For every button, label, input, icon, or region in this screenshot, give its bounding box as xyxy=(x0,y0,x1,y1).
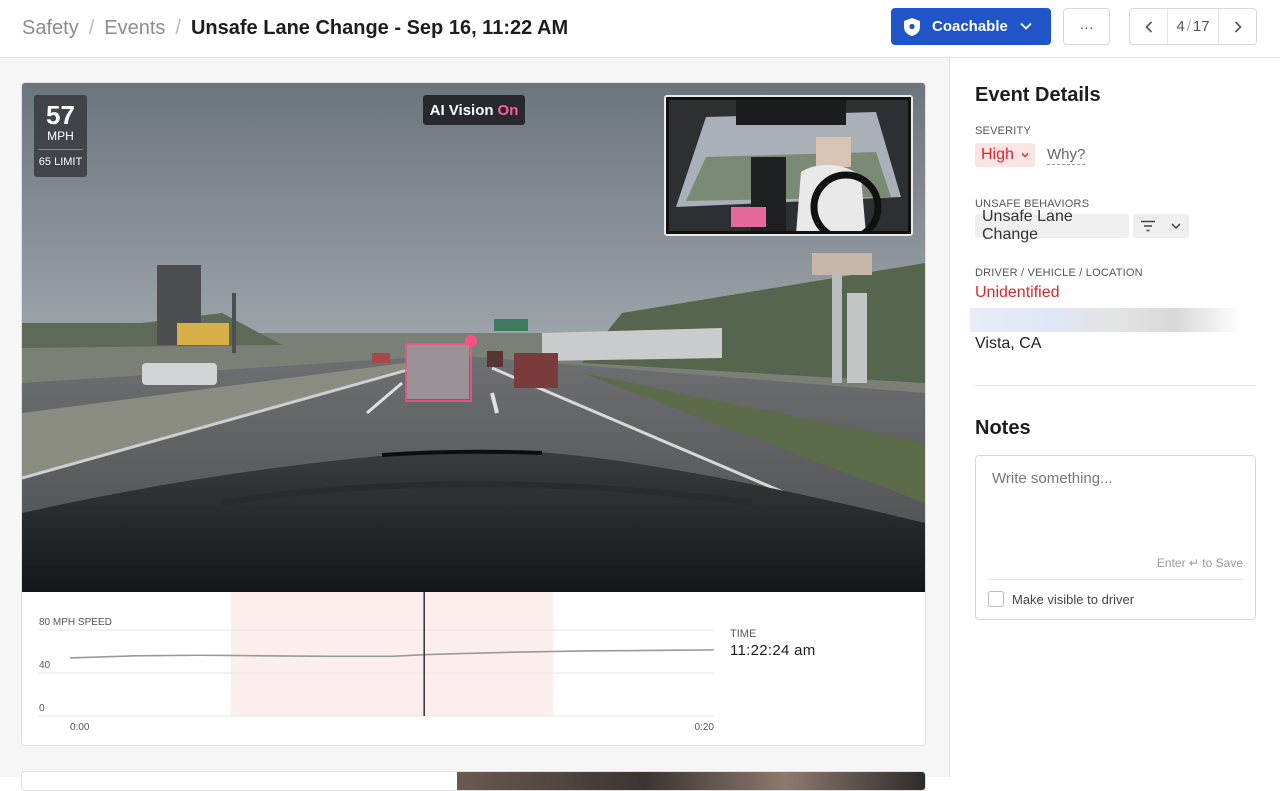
coachable-label: Coachable xyxy=(932,18,1008,35)
visible-to-driver-checkbox[interactable] xyxy=(988,591,1004,607)
y-tick-label: 40 xyxy=(39,660,51,671)
more-options-button[interactable]: ··· xyxy=(1063,8,1110,45)
event-details-title: Event Details xyxy=(975,84,1101,106)
page-title: Unsafe Lane Change - Sep 16, 11:22 AM xyxy=(190,16,569,39)
driver-unidentified-link[interactable]: Unidentified xyxy=(975,284,1060,302)
location-value: Vista, CA xyxy=(975,335,1042,352)
breadcrumb: Safety / Events / Unsafe Lane Change - S… xyxy=(22,14,568,42)
speed-chart-svg: 80 MPH SPEED 40 0 0:00 0:20 xyxy=(38,592,715,733)
why-link[interactable]: Why? xyxy=(1047,146,1086,165)
event-highlight-region xyxy=(231,592,553,716)
filter-icon xyxy=(1141,220,1155,232)
speed-limit: 65 LIMIT xyxy=(38,149,83,168)
visible-to-driver-row[interactable]: Make visible to driver xyxy=(988,591,1134,607)
top-header: Safety / Events / Unsafe Lane Change - S… xyxy=(0,0,1280,58)
y-tick-label: 0 xyxy=(39,703,45,714)
speed-value: 57 xyxy=(46,100,75,130)
breadcrumb-events[interactable]: Events xyxy=(104,17,165,40)
behavior-value: Unsafe Lane Change xyxy=(982,208,1073,243)
ai-vision-badge[interactable]: AI Vision On xyxy=(423,95,525,125)
more-icon: ··· xyxy=(1079,18,1094,35)
chevron-down-icon xyxy=(1021,153,1029,158)
pager-total: 17 xyxy=(1192,18,1210,35)
speed-unit: MPH xyxy=(47,129,74,143)
speed-indicator: 57 MPH 65 LIMIT xyxy=(34,95,87,177)
event-sidebar: Event Details SEVERITY High Why? UNSAFE … xyxy=(951,58,1280,777)
inward-camera-view[interactable] xyxy=(664,95,913,236)
ai-vision-label: AI Vision xyxy=(429,101,494,119)
behavior-filter-dropdown[interactable] xyxy=(1133,214,1189,238)
pager-separator: / xyxy=(1186,18,1191,35)
breadcrumb-separator: / xyxy=(88,16,95,39)
driver-vehicle-location-label: DRIVER / VEHICLE / LOCATION xyxy=(975,267,1143,279)
shield-icon xyxy=(904,17,920,36)
notes-divider xyxy=(988,579,1243,580)
severity-dropdown[interactable]: High xyxy=(975,143,1035,167)
notes-box: Enter ↵ to Save Make visible to driver xyxy=(975,455,1256,620)
pager-current: 4 xyxy=(1176,18,1185,35)
secondary-media-card xyxy=(21,771,926,791)
chevron-left-icon xyxy=(1144,20,1152,33)
x-tick-label: 0:00 xyxy=(70,722,90,733)
chevron-down-icon xyxy=(1020,22,1032,30)
next-event-button[interactable] xyxy=(1219,9,1256,44)
chevron-down-icon xyxy=(1171,223,1181,230)
media-area: 57 MPH 65 LIMIT AI Vision On 80 MPH SPEE… xyxy=(0,58,950,791)
cabin-image xyxy=(666,97,911,234)
chevron-right-icon xyxy=(1234,20,1242,33)
dashcam-video[interactable]: 57 MPH 65 LIMIT AI Vision On xyxy=(22,83,925,592)
visible-to-driver-label: Make visible to driver xyxy=(1012,591,1135,607)
section-divider xyxy=(975,385,1256,386)
coachable-button[interactable]: Coachable xyxy=(891,8,1051,45)
time-label: TIME xyxy=(730,628,757,640)
breadcrumb-safety[interactable]: Safety xyxy=(22,17,79,40)
behavior-tag[interactable]: Unsafe Lane Change xyxy=(975,208,1129,243)
previous-event-button[interactable] xyxy=(1130,9,1167,44)
notes-title: Notes xyxy=(975,417,1031,439)
pager-position: 4 / 17 xyxy=(1167,9,1219,44)
breadcrumb-separator: / xyxy=(175,16,181,39)
ai-vision-state: On xyxy=(497,101,519,119)
time-value: 11:22:24 am xyxy=(730,642,816,659)
redacted-vehicle-info xyxy=(970,308,1242,332)
save-hint: Enter ↵ to Save xyxy=(1156,556,1243,570)
x-tick-label: 0:20 xyxy=(695,722,715,733)
severity-label: SEVERITY xyxy=(975,125,1032,137)
notes-input[interactable] xyxy=(992,470,1242,560)
secondary-thumbnail[interactable] xyxy=(457,772,925,790)
speed-chart[interactable]: 80 MPH SPEED 40 0 0:00 0:20 xyxy=(22,592,925,745)
video-card: 57 MPH 65 LIMIT AI Vision On 80 MPH SPEE… xyxy=(21,82,926,746)
event-pager: 4 / 17 xyxy=(1129,8,1257,45)
severity-value: High xyxy=(981,146,1014,163)
y-tick-label: 80 MPH SPEED xyxy=(39,617,112,628)
